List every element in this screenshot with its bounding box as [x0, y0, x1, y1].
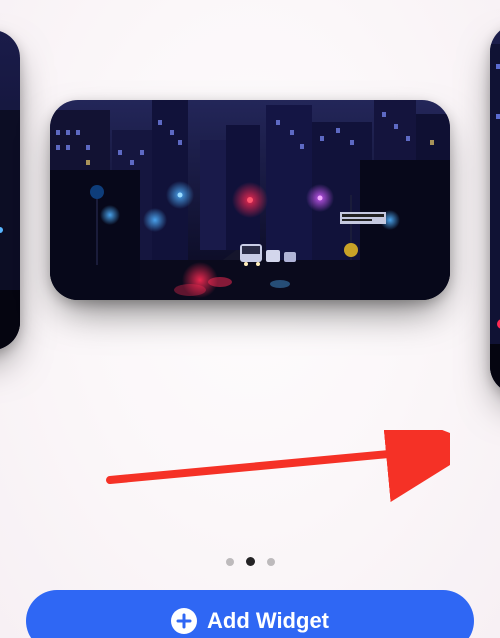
widget-preview-left[interactable] [0, 30, 20, 350]
page-indicator [0, 557, 500, 566]
add-widget-label: Add Widget [207, 608, 329, 634]
widget-size-carousel[interactable] [0, 40, 500, 360]
page-dot-1 [226, 558, 234, 566]
add-widget-button[interactable]: Add Widget [26, 590, 474, 638]
widget-preview-right[interactable] [490, 24, 500, 394]
page-dot-2 [246, 557, 255, 566]
page-dot-3 [267, 558, 275, 566]
widget-preview-center[interactable] [50, 100, 450, 300]
plus-circle-icon [171, 608, 197, 634]
swipe-right-arrow-annotation [100, 430, 450, 510]
